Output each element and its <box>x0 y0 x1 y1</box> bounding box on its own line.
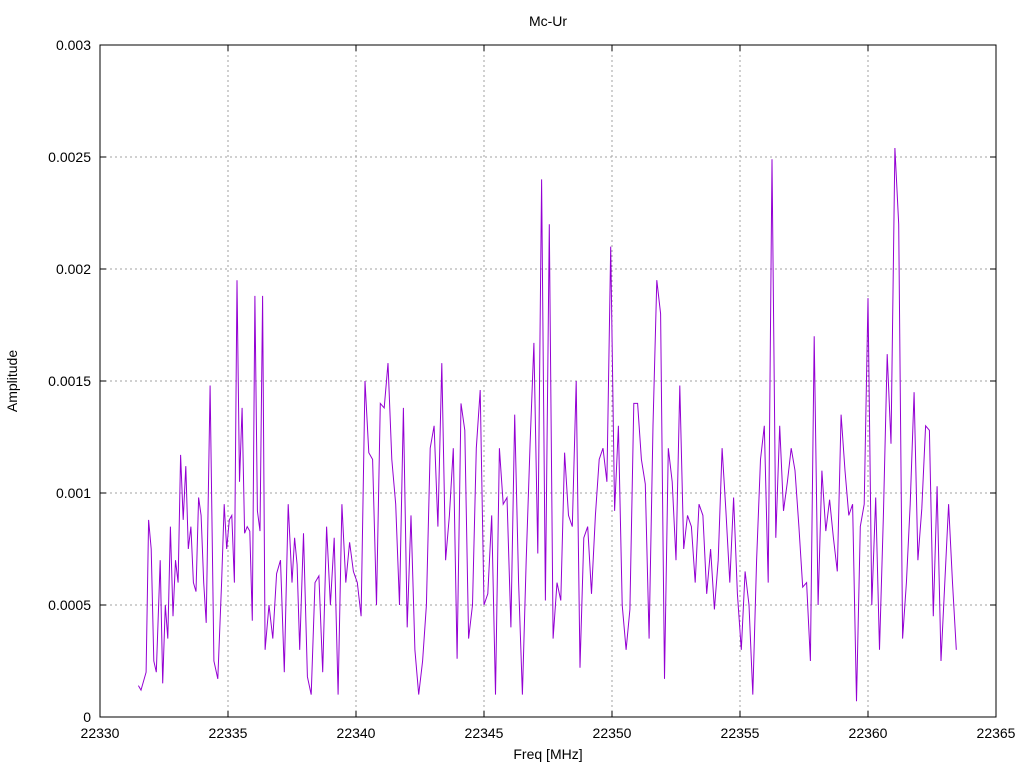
y-tick-label: 0.0005 <box>48 597 91 613</box>
series-layer <box>137 147 957 702</box>
series-line <box>137 147 957 702</box>
y-tick-label: 0 <box>83 709 91 725</box>
x-tick-label: 22335 <box>209 725 248 741</box>
x-tick-label: 22355 <box>721 725 760 741</box>
x-tick-label: 22345 <box>465 725 504 741</box>
y-tick-label: 0.0015 <box>48 373 91 389</box>
x-tick-label: 22330 <box>81 725 120 741</box>
y-axis-label: Amplitude <box>4 350 20 412</box>
x-tick-label: 22365 <box>977 725 1016 741</box>
y-tick-label: 0.001 <box>56 485 91 501</box>
x-tick-label: 22350 <box>593 725 632 741</box>
chart: 22330 22335 22340 22345 22350 22355 22360 22365… <box>4 13 1016 762</box>
x-axis-label: Freq [MHz] <box>513 746 582 762</box>
y-tick-label: 0.0025 <box>48 149 91 165</box>
y-tick-label: 0.003 <box>56 37 91 53</box>
chart-title: Mc-Ur <box>529 13 567 29</box>
x-tick-label: 22340 <box>337 725 376 741</box>
x-tick-label: 22360 <box>849 725 888 741</box>
y-tick-label: 0.002 <box>56 261 91 277</box>
